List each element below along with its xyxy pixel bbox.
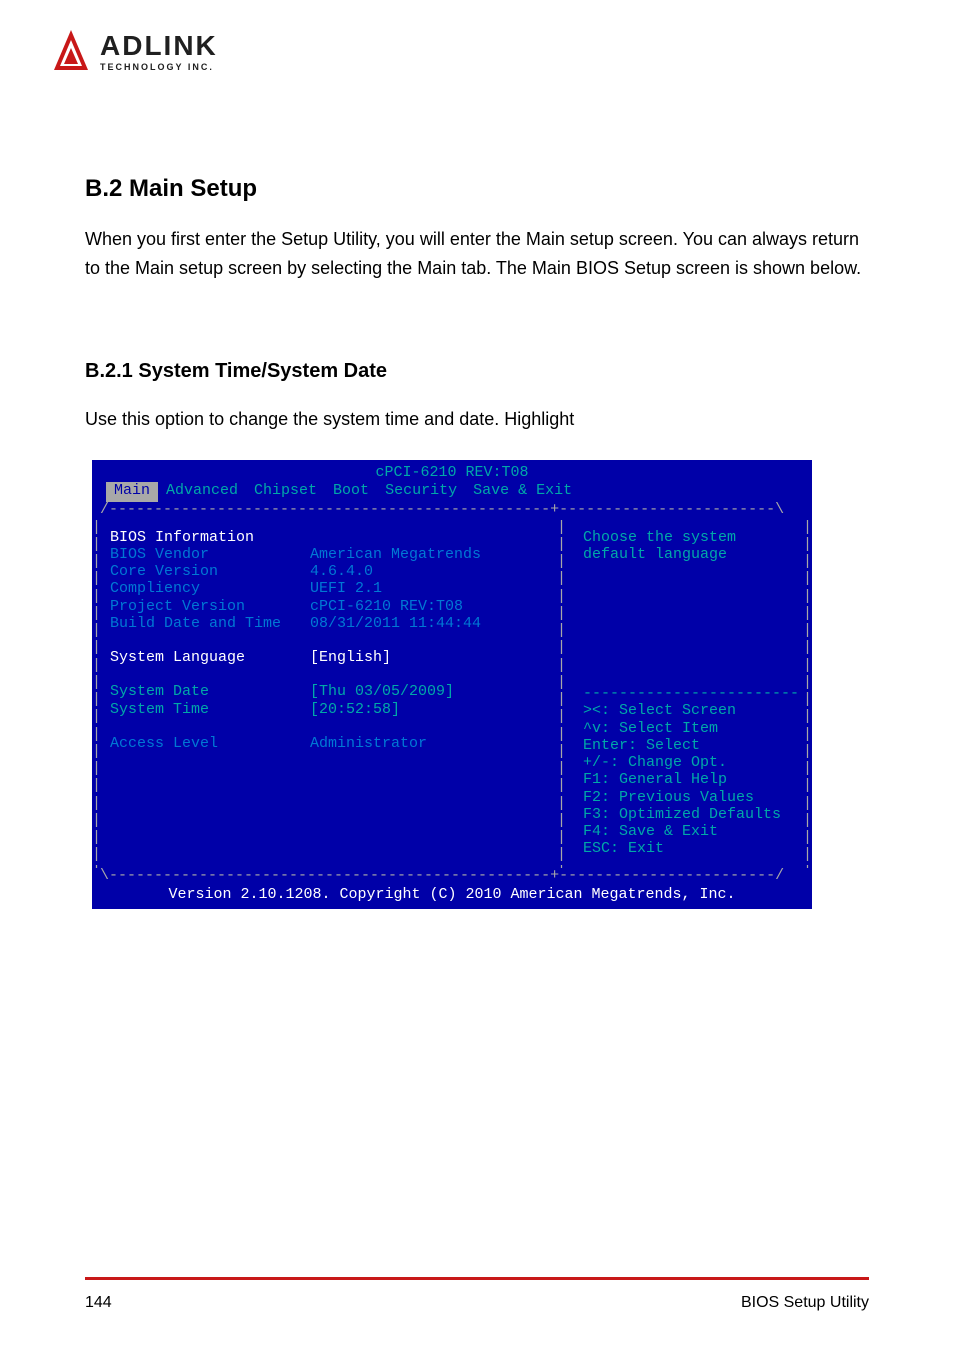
logo: ADLINK TECHNOLOGY INC. [50, 28, 218, 74]
value-core: 4.6.4.0 [310, 563, 373, 580]
intro-text: When you first enter the Setup Utility, … [85, 225, 869, 283]
label-access: Access Level [110, 735, 310, 752]
value-access: Administrator [310, 735, 427, 752]
key-f2: F2: Previous Values [583, 789, 798, 806]
label-build: Build Date and Time [110, 615, 310, 632]
tab-security[interactable]: Security [377, 482, 465, 502]
label-vendor: BIOS Vendor [110, 546, 310, 563]
label-time[interactable]: System Time [110, 701, 310, 718]
bios-copyright: Version 2.10.1208. Copyright (C) 2010 Am… [92, 884, 812, 909]
frame-mid: | | | | | | | | | | | | | | | | | | | | … [557, 519, 567, 868]
manual-name: BIOS Setup Utility [741, 1294, 869, 1312]
help-divider: ------------------------ [583, 685, 798, 702]
help-text-2: default language [583, 546, 798, 563]
tab-boot[interactable]: Boot [325, 482, 377, 502]
subsection-title: B.2.1 System Time/System Date [85, 360, 387, 383]
label-date[interactable]: System Date [110, 683, 310, 700]
key-esc: ESC: Exit [583, 840, 798, 857]
value-proj: cPCI-6210 REV:T08 [310, 598, 463, 615]
value-language[interactable]: [English] [310, 649, 391, 666]
tab-main[interactable]: Main [106, 482, 158, 502]
key-f4: F4: Save & Exit [583, 823, 798, 840]
tab-save-exit[interactable]: Save & Exit [465, 482, 580, 502]
key-f3: F3: Optimized Defaults [583, 806, 798, 823]
tab-chipset[interactable]: Chipset [246, 482, 325, 502]
key-select-screen: ><: Select Screen [583, 702, 798, 719]
page-number: 144 [85, 1294, 112, 1312]
help-text-1: Choose the system [583, 529, 798, 546]
value-time[interactable]: [20:52:58] [310, 701, 400, 718]
tab-advanced[interactable]: Advanced [158, 482, 246, 502]
label-language[interactable]: System Language [110, 649, 310, 666]
adlink-logo-icon [50, 28, 92, 74]
page-title: B.2 Main Setup [85, 175, 257, 203]
label-proj: Project Version [110, 598, 310, 615]
value-vendor: American Megatrends [310, 546, 481, 563]
bios-body: | | | | | | | | | | | | | | | | | | | | … [92, 519, 812, 868]
logo-brand: ADLINK [100, 30, 218, 62]
value-comp: UEFI 2.1 [310, 580, 382, 597]
key-enter: Enter: Select [583, 737, 798, 754]
label-core: Core Version [110, 563, 310, 580]
frame-border-bottom: \---------------------------------------… [92, 868, 812, 885]
frame-left: | | | | | | | | | | | | | | | | | | | | … [92, 519, 102, 868]
bios-tab-bar: Main Advanced Chipset Boot Security Save… [92, 482, 812, 502]
key-f1: F1: General Help [583, 771, 798, 788]
logo-sub: TECHNOLOGY INC. [100, 62, 218, 72]
frame-border-top: /---------------------------------------… [92, 502, 812, 519]
label-comp: Compliency [110, 580, 310, 597]
bios-title: cPCI-6210 REV:T08 [92, 460, 812, 482]
value-build: 08/31/2011 11:44:44 [310, 615, 481, 632]
bios-left-panel: BIOS Information BIOS VendorAmerican Meg… [100, 523, 579, 864]
value-date[interactable]: [Thu 03/05/2009] [310, 683, 454, 700]
key-change: +/-: Change Opt. [583, 754, 798, 771]
key-select-item: ^v: Select Item [583, 720, 798, 737]
bios-screenshot: cPCI-6210 REV:T08 Main Advanced Chipset … [92, 460, 812, 909]
bios-help-panel: Choose the system default language -----… [579, 523, 804, 864]
section-bios-info: BIOS Information [110, 529, 310, 546]
subsection-intro: Use this option to change the system tim… [85, 405, 869, 434]
footer-divider [85, 1277, 869, 1280]
